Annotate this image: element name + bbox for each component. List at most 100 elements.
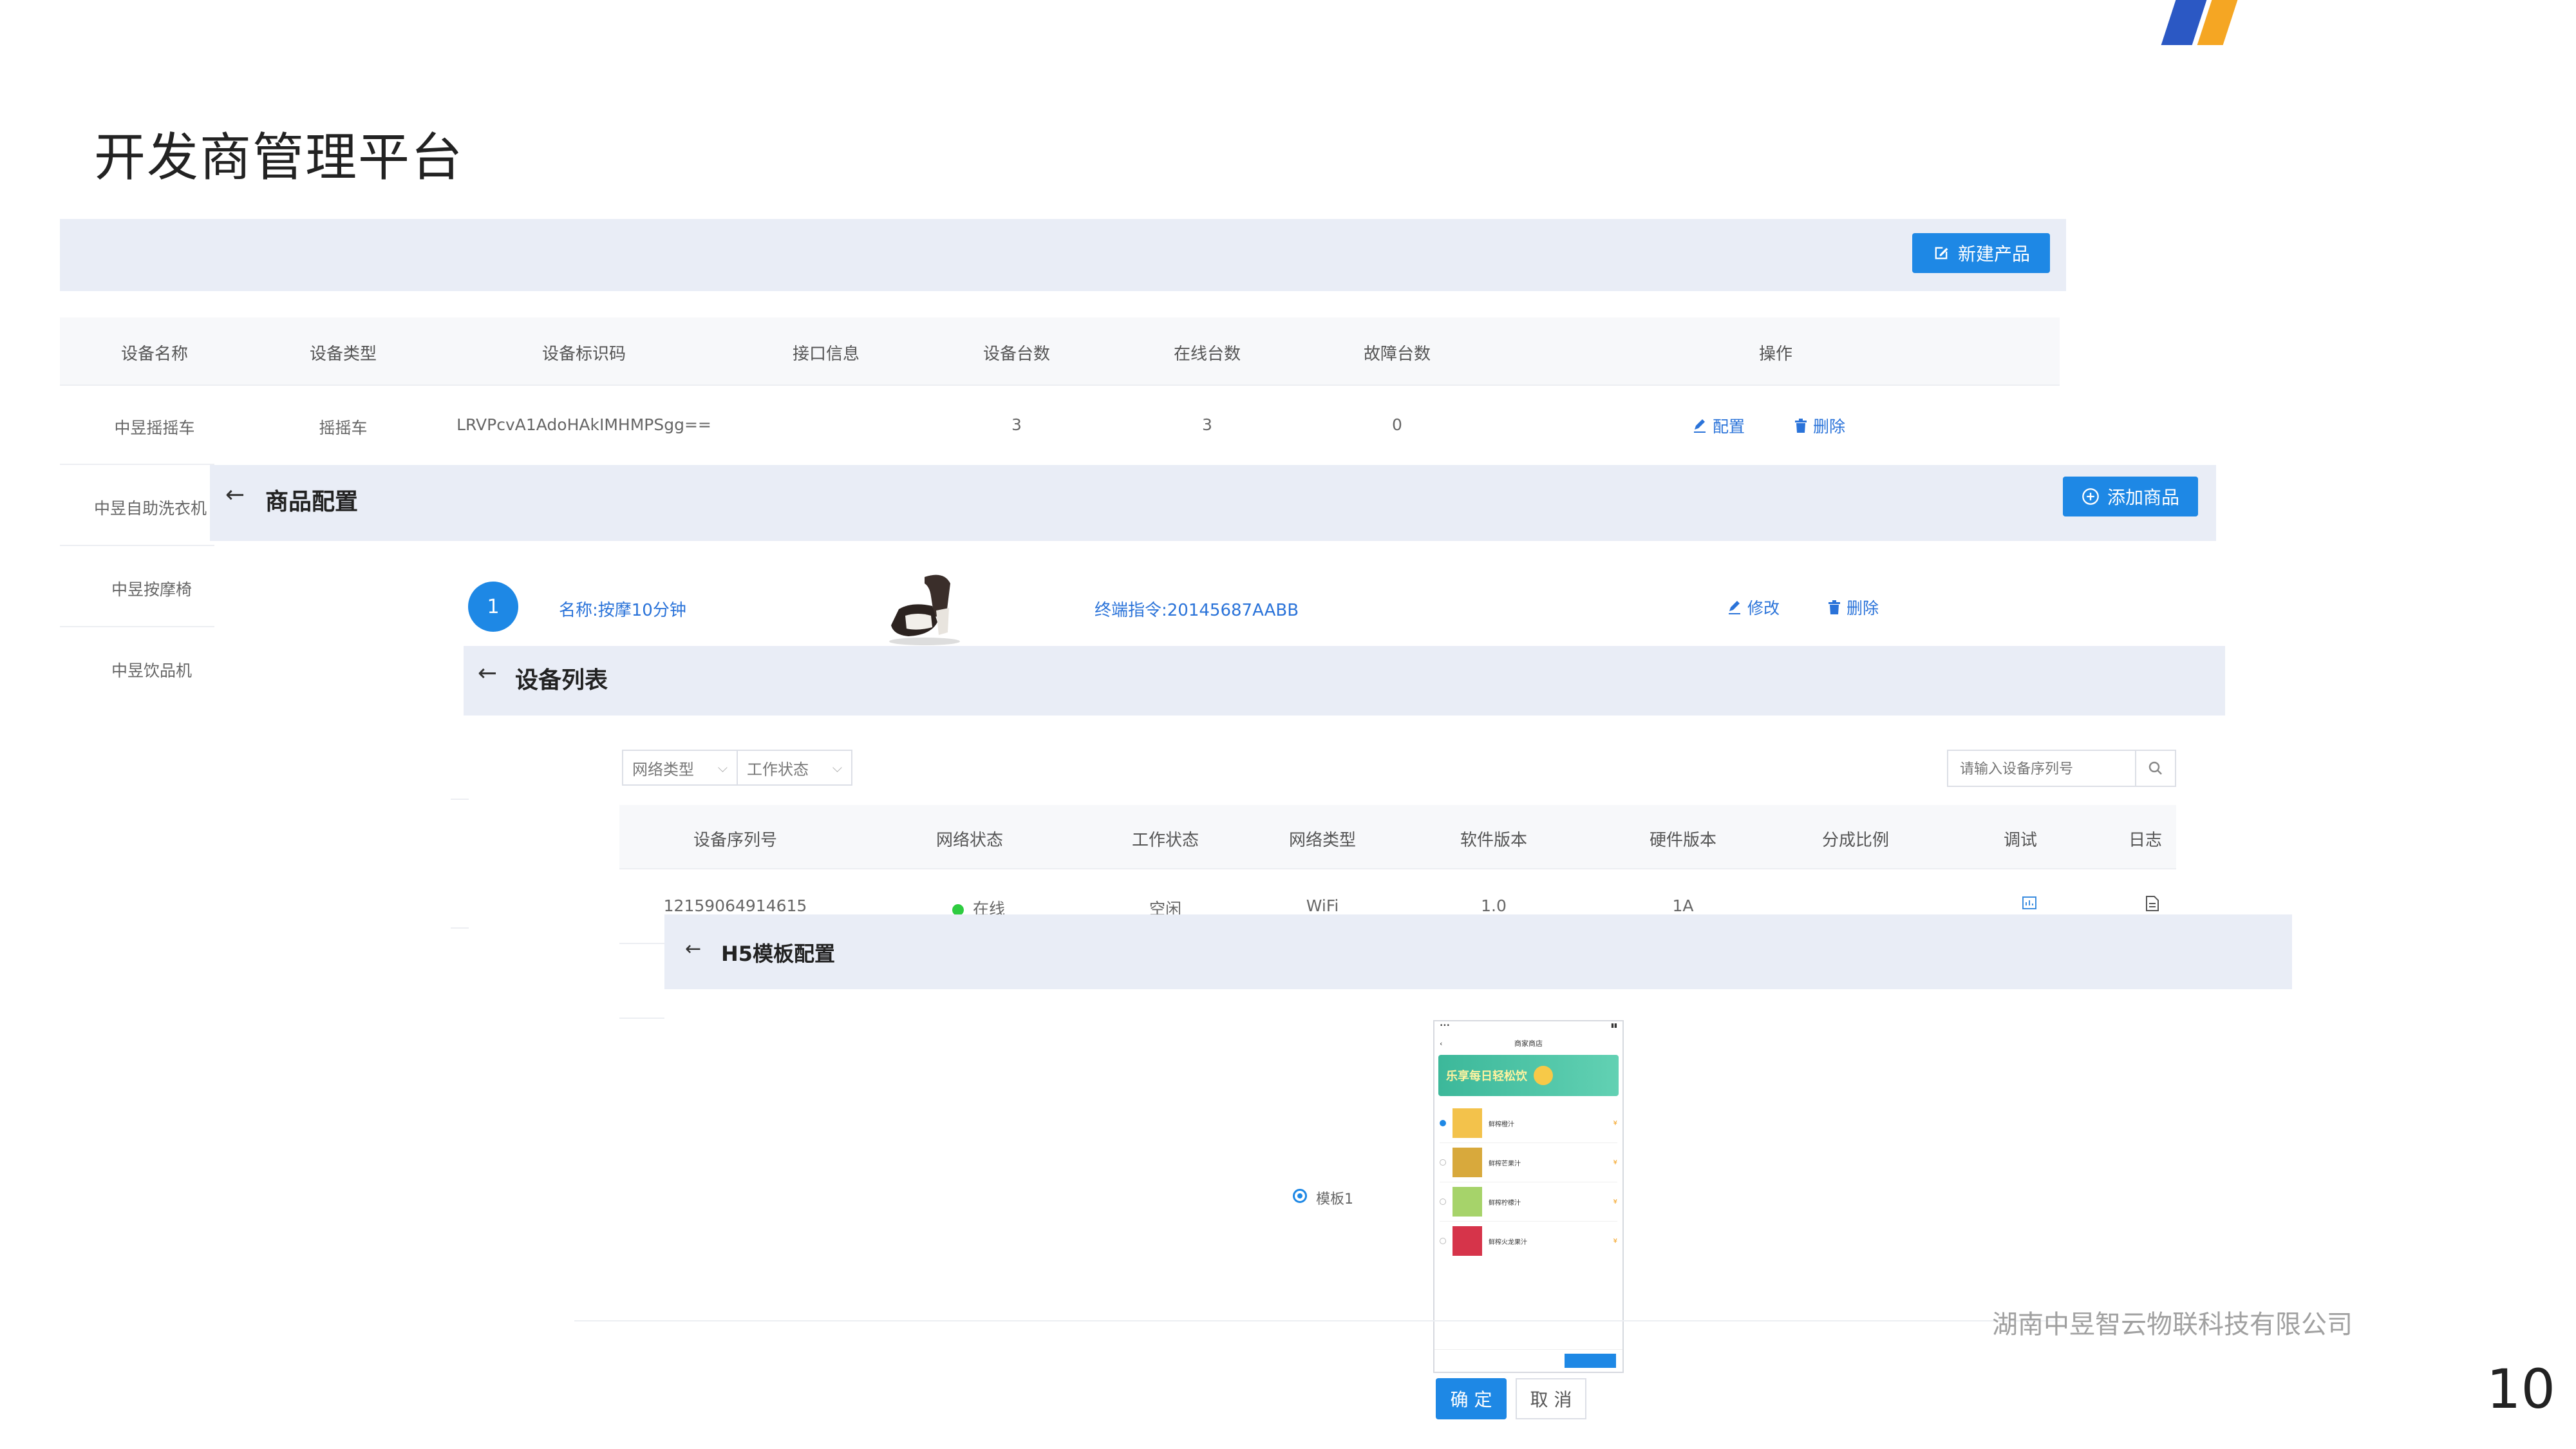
device-list-title: 设备列表 bbox=[515, 667, 608, 694]
row-divider bbox=[619, 868, 2176, 869]
price-tag: ¥ bbox=[1613, 1159, 1617, 1166]
pencil-icon bbox=[1729, 601, 1740, 614]
radio-empty-icon bbox=[1440, 1238, 1446, 1244]
price-tag: ¥ bbox=[1613, 1119, 1617, 1127]
col-device-id-code: 设备标识码 bbox=[541, 345, 626, 364]
cancel-button[interactable]: 取 消 bbox=[1516, 1378, 1586, 1419]
col-serial: 设备序列号 bbox=[693, 831, 778, 850]
price-tag: ¥ bbox=[1613, 1198, 1617, 1206]
list-item[interactable]: 中昱按摩椅 bbox=[111, 577, 192, 600]
phone-footer bbox=[1434, 1349, 1622, 1372]
back-arrow-icon[interactable]: ← bbox=[225, 482, 245, 508]
confirm-button[interactable]: 确 定 bbox=[1436, 1378, 1507, 1419]
edit-label: 修改 bbox=[1747, 599, 1780, 618]
col-hardware-version: 硬件版本 bbox=[1649, 831, 1717, 850]
debug-chart-icon[interactable] bbox=[2022, 895, 2037, 913]
list-item[interactable]: 中昱饮品机 bbox=[111, 658, 192, 681]
back-arrow-icon[interactable]: ← bbox=[478, 660, 497, 687]
work-status-select[interactable]: 工作状态 ⌵ bbox=[737, 750, 852, 786]
template-radio[interactable] bbox=[1293, 1189, 1307, 1203]
list-item[interactable]: 中昱自助洗衣机 bbox=[94, 496, 207, 519]
add-goods-button[interactable]: 添加商品 bbox=[2063, 477, 2198, 516]
col-network-type: 网络类型 bbox=[1288, 831, 1357, 850]
log-file-icon[interactable] bbox=[2145, 895, 2159, 914]
phone-status-bar: ••• ▮▮ bbox=[1440, 1023, 1617, 1029]
col-software-version: 软件版本 bbox=[1460, 831, 1528, 850]
radio-selected-icon bbox=[1440, 1120, 1446, 1126]
new-product-label: 新建产品 bbox=[1957, 243, 2030, 265]
row-divider bbox=[619, 1018, 664, 1019]
phone-banner: 乐享每日轻松饮 bbox=[1438, 1055, 1619, 1096]
product-toolbar bbox=[60, 219, 2066, 291]
product-table-header: 设备名称 设备类型 设备标识码 接口信息 设备台数 在线台数 故障台数 操作 bbox=[60, 317, 2060, 386]
chevron-down-icon: ⌵ bbox=[717, 760, 728, 775]
radio-empty-icon bbox=[1440, 1159, 1446, 1166]
h5-config-title: H5模板配置 bbox=[721, 942, 836, 966]
software-version-cell: 1.0 bbox=[1481, 896, 1507, 915]
col-log: 日志 bbox=[2128, 831, 2163, 850]
massage-chair-image bbox=[879, 571, 963, 648]
row-divider bbox=[451, 927, 469, 929]
product-name: 鲜榨火龙果汁 bbox=[1489, 1238, 1527, 1246]
delete-button[interactable]: 删除 bbox=[1794, 414, 1845, 437]
search-icon bbox=[2148, 761, 2162, 775]
phone-pay-button bbox=[1565, 1354, 1616, 1368]
trash-icon bbox=[1829, 600, 1840, 614]
config-label: 配置 bbox=[1713, 417, 1745, 436]
device-list-header bbox=[464, 646, 2225, 715]
network-type-select[interactable]: 网络类型 ⌵ bbox=[622, 750, 738, 786]
goods-config-header bbox=[210, 465, 2216, 541]
product-name: 鲜榨柠檬汁 bbox=[1489, 1199, 1521, 1207]
radio-empty-icon bbox=[1440, 1198, 1446, 1205]
edit-goods-button[interactable]: 修改 bbox=[1727, 596, 1780, 619]
online-count-cell: 3 bbox=[1202, 415, 1212, 434]
edit-icon bbox=[1935, 247, 1948, 260]
trash-icon bbox=[1795, 419, 1807, 433]
list-item: 鲜榨火龙果汁 ¥ bbox=[1440, 1222, 1617, 1260]
product-thumb bbox=[1453, 1187, 1482, 1217]
col-network-status: 网络状态 bbox=[935, 831, 1004, 850]
device-id-code-cell: LRVPcvA1AdoHAkIMHMPSgg== bbox=[456, 415, 711, 434]
col-device-type: 设备类型 bbox=[309, 345, 377, 364]
delete-label: 删除 bbox=[1847, 599, 1879, 618]
back-arrow-icon[interactable]: ← bbox=[685, 938, 701, 960]
network-type-cell: WiFi bbox=[1306, 896, 1339, 915]
device-type-cell: 摇摇车 bbox=[319, 419, 368, 437]
delete-label: 删除 bbox=[1813, 417, 1846, 436]
chevron-down-icon: ⌵ bbox=[832, 760, 842, 775]
row-divider bbox=[60, 545, 214, 546]
banner-drink-image bbox=[1534, 1066, 1553, 1085]
device-table-header: 设备序列号 网络状态 工作状态 网络类型 软件版本 硬件版本 分成比例 调试 日… bbox=[619, 805, 2176, 868]
row-divider bbox=[60, 626, 214, 627]
row-divider bbox=[619, 943, 664, 944]
col-fault-count: 故障台数 bbox=[1363, 345, 1431, 364]
price-tag: ¥ bbox=[1613, 1237, 1617, 1245]
device-count-cell: 3 bbox=[1011, 415, 1022, 434]
col-interface-info: 接口信息 bbox=[792, 345, 860, 364]
search-button[interactable] bbox=[2135, 751, 2175, 786]
col-device-count: 设备台数 bbox=[982, 345, 1051, 364]
goods-config-title: 商品配置 bbox=[265, 489, 359, 515]
list-item: 鲜榨橙汁 ¥ bbox=[1440, 1104, 1617, 1143]
col-device-name: 设备名称 bbox=[120, 345, 189, 364]
row-divider bbox=[60, 464, 214, 465]
phone-title: 商家商店 bbox=[1514, 1039, 1543, 1048]
work-status-value: 工作状态 bbox=[747, 760, 809, 779]
new-product-button[interactable]: 新建产品 bbox=[1912, 233, 2050, 273]
serial-search-input[interactable] bbox=[1948, 751, 2148, 787]
row-divider bbox=[451, 799, 469, 800]
pencil-icon bbox=[1694, 419, 1706, 433]
chevron-left-icon: ‹ bbox=[1440, 1039, 1443, 1048]
product-name: 鲜榨橙汁 bbox=[1489, 1121, 1514, 1128]
list-item: 鲜榨芒果汁 ¥ bbox=[1440, 1143, 1617, 1182]
product-name: 鲜榨芒果汁 bbox=[1489, 1160, 1521, 1168]
hardware-version-cell: 1A bbox=[1672, 896, 1694, 915]
col-debug: 调试 bbox=[2003, 831, 2038, 850]
serial-search-box bbox=[1947, 750, 2176, 787]
config-button[interactable]: 配置 bbox=[1692, 414, 1745, 437]
product-thumb bbox=[1453, 1108, 1482, 1138]
delete-goods-button[interactable]: 删除 bbox=[1827, 596, 1879, 619]
terminal-command: 终端指令:20145687AABB bbox=[1095, 601, 1299, 620]
company-name: 湖南中昱智云物联科技有限公司 bbox=[1992, 1310, 2353, 1340]
device-name-cell: 中昱摇摇车 bbox=[114, 419, 195, 437]
